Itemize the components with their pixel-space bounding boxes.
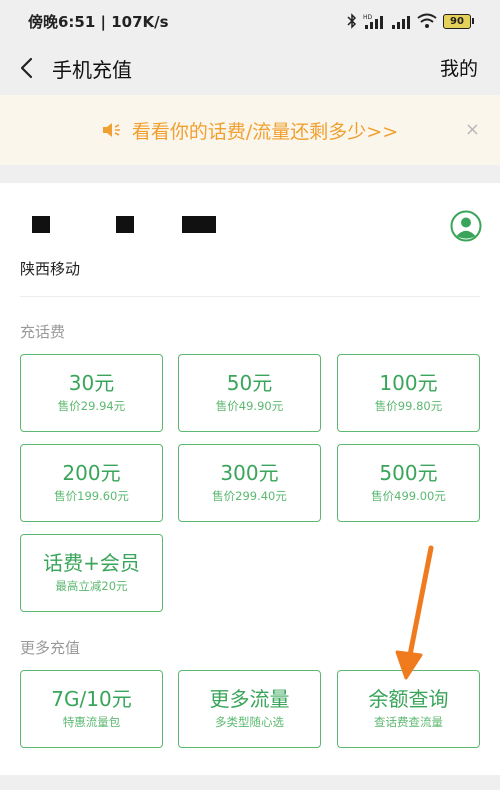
- recharge-amount: 200元: [62, 461, 121, 485]
- recharge-option-30[interactable]: 30元 售价29.94元: [20, 354, 163, 432]
- recharge-price: 最高立减20元: [55, 579, 128, 593]
- signal-icon: [392, 16, 410, 29]
- recharge-price: 售价299.40元: [212, 489, 287, 503]
- carrier-label: 陕西移动: [20, 260, 81, 278]
- bottom-strip: [0, 775, 500, 790]
- status-icons: HD 90: [347, 9, 474, 33]
- recharge-amount: 500元: [379, 461, 438, 485]
- battery-level: 90: [443, 13, 471, 29]
- recharge-amount: 30元: [68, 371, 115, 395]
- back-arrow-icon[interactable]: [14, 54, 42, 82]
- recharge-section-label: 充话费: [20, 323, 66, 341]
- app-header: 手机充值 我的: [0, 42, 500, 94]
- recharge-amount: 50元: [226, 371, 273, 395]
- wifi-icon: [417, 13, 437, 28]
- data-pack-option[interactable]: 7G/10元 特惠流量包: [20, 670, 163, 748]
- page-title: 手机充值: [52, 58, 132, 82]
- recharge-price: 售价29.94元: [57, 399, 126, 413]
- recharge-option-50[interactable]: 50元 售价49.90元: [178, 354, 321, 432]
- banner-text: 看看你的话费/流量还剩多少>>: [131, 120, 399, 143]
- speaker-icon: [102, 123, 120, 137]
- recharge-option-100[interactable]: 100元 售价99.80元: [337, 354, 480, 432]
- recharge-price: 售价99.80元: [374, 399, 443, 413]
- recharge-amount: 300元: [220, 461, 279, 485]
- recharge-card: 陕西移动 充话费 30元 售价29.94元 50元 售价49.90元 100元 …: [0, 183, 500, 775]
- masked-phone-segment: [116, 216, 134, 233]
- more-option-title: 7G/10元: [51, 687, 132, 711]
- more-option-title: 更多流量: [209, 687, 290, 711]
- more-option-sub: 特惠流量包: [62, 715, 121, 729]
- recharge-price: 售价499.00元: [371, 489, 446, 503]
- recharge-price: 售价49.90元: [215, 399, 284, 413]
- banner-close-icon[interactable]: ×: [465, 119, 480, 140]
- mine-button[interactable]: 我的: [440, 54, 478, 81]
- more-data-option[interactable]: 更多流量 多类型随心选: [178, 670, 321, 748]
- svg-text:HD: HD: [363, 14, 373, 21]
- recharge-price: 售价199.60元: [54, 489, 129, 503]
- status-time-speed: 傍晚6:51 | 107K/s: [28, 13, 169, 31]
- masked-phone-segment: [182, 216, 216, 233]
- signal-hd-icon: HD: [363, 14, 383, 29]
- contact-icon[interactable]: [450, 210, 482, 242]
- more-recharge-section-label: 更多充值: [20, 639, 81, 657]
- recharge-option-200[interactable]: 200元 售价199.60元: [20, 444, 163, 522]
- more-option-sub: 多类型随心选: [215, 715, 284, 729]
- status-bar: 傍晚6:51 | 107K/s HD 90: [0, 0, 500, 42]
- recharge-option-300[interactable]: 300元 售价299.40元: [178, 444, 321, 522]
- balance-query-option[interactable]: 余额查询 查话费查流量: [337, 670, 480, 748]
- masked-phone-segment: [32, 216, 50, 233]
- bluetooth-icon: [347, 13, 357, 29]
- balance-banner[interactable]: 看看你的话费/流量还剩多少>> ×: [0, 95, 500, 165]
- more-option-title: 余额查询: [368, 687, 449, 711]
- recharge-option-membership[interactable]: 话费+会员 最高立减20元: [20, 534, 163, 612]
- recharge-amount: 话费+会员: [43, 551, 140, 575]
- divider: [20, 296, 480, 297]
- more-option-sub: 查话费查流量: [374, 715, 443, 729]
- battery-icon: 90: [443, 13, 474, 29]
- recharge-amount: 100元: [379, 371, 438, 395]
- recharge-option-500[interactable]: 500元 售价499.00元: [337, 444, 480, 522]
